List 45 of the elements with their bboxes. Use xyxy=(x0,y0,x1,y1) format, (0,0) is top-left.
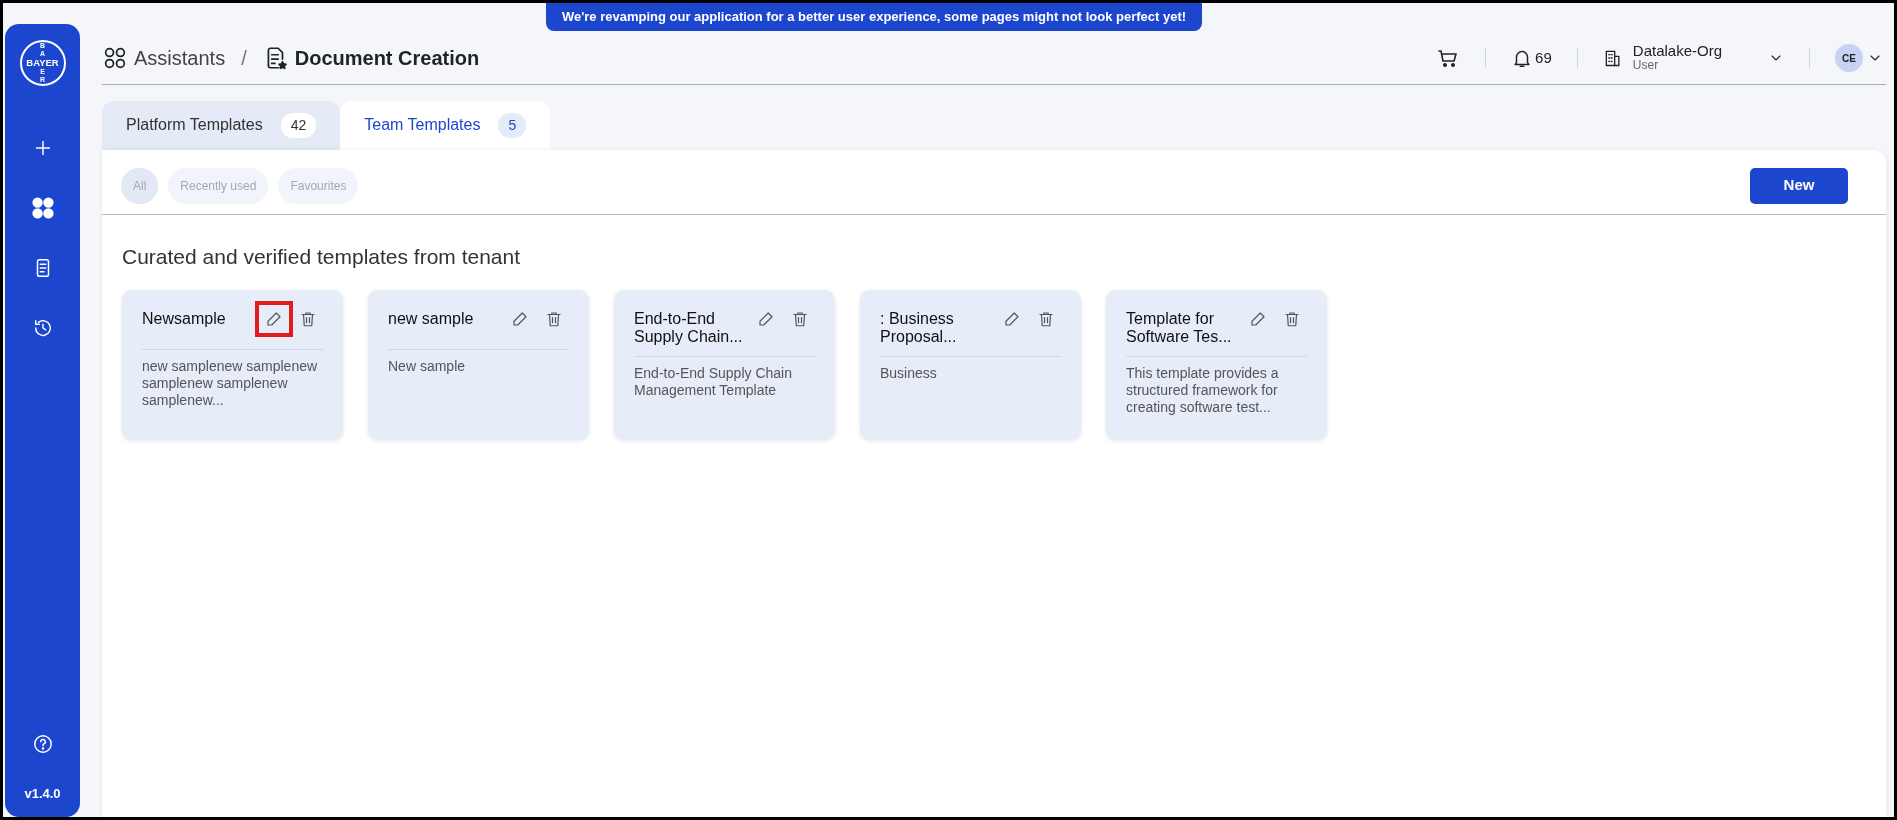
breadcrumb-link[interactable]: Assistants xyxy=(134,43,226,73)
card-title: new sample xyxy=(388,309,475,328)
pencil-icon xyxy=(265,310,283,328)
card-title: Template for Software Tes... xyxy=(1126,309,1233,346)
breadcrumb-current: Document Creation xyxy=(294,46,480,71)
pencil-icon xyxy=(1003,310,1021,328)
announcement-banner: We're revamping our application for a better user experience, some pages might not look perfect yet! xyxy=(545,3,1203,31)
trash-icon xyxy=(299,310,317,328)
organization-menu[interactable]: Datalake-Org User xyxy=(1599,45,1787,71)
card-description: New sample xyxy=(388,358,467,375)
breadcrumb-separator: / xyxy=(241,46,247,71)
template-card[interactable]: Template for Software Tes... This template provides a structured framework for creating software test... xyxy=(1106,290,1327,440)
tab[interactable]: Team Templates 5 xyxy=(340,100,551,150)
four-circles-icon[interactable] xyxy=(29,195,56,221)
avatar[interactable]: CE xyxy=(1835,44,1863,72)
template-card[interactable]: : Business Proposal... Business xyxy=(860,290,1081,440)
card-description: Business xyxy=(880,365,938,382)
template-card[interactable]: Newsample new samplenew samplenew samplenew samplenew samplenew... xyxy=(122,290,343,440)
card-description: This template provides a structured framework for creating software test... xyxy=(1126,365,1280,416)
template-card[interactable]: new sample New sample xyxy=(368,290,589,440)
user-menu-button[interactable]: CE xyxy=(1832,45,1886,71)
trash-icon xyxy=(1037,310,1055,328)
logo-text: BAYER xyxy=(26,57,59,69)
section-heading: Curated and verified templates from tenant xyxy=(122,243,522,270)
edit-button[interactable] xyxy=(255,301,293,337)
trash-icon xyxy=(1283,310,1301,328)
card-title: : Business Proposal... xyxy=(880,309,958,346)
tab[interactable]: Platform Templates 42 xyxy=(102,100,341,150)
card-description: End-to-End Supply Chain Management Template xyxy=(634,365,793,399)
trash-icon xyxy=(791,310,809,328)
four-circles-icon xyxy=(102,45,128,71)
new-button[interactable]: New xyxy=(1750,167,1848,204)
pencil-icon xyxy=(1249,310,1267,328)
pencil-icon xyxy=(757,310,775,328)
pencil-icon xyxy=(511,310,529,328)
tab-count: 42 xyxy=(280,112,317,138)
trash-icon xyxy=(545,310,563,328)
card-title: Newsample xyxy=(142,309,227,328)
card-title: End-to-End Supply Chain... xyxy=(634,309,744,346)
card-description: new samplenew samplenew samplenew samplenew samplenew... xyxy=(142,358,319,409)
version-label: v1.4.0 xyxy=(24,784,61,803)
notifications-button[interactable]: 69 xyxy=(1508,45,1555,71)
tab-count: 5 xyxy=(498,112,527,138)
help-icon[interactable] xyxy=(31,732,54,755)
template-card[interactable]: End-to-End Supply Chain... End-to-End Supply Chain Management Template xyxy=(614,290,835,440)
